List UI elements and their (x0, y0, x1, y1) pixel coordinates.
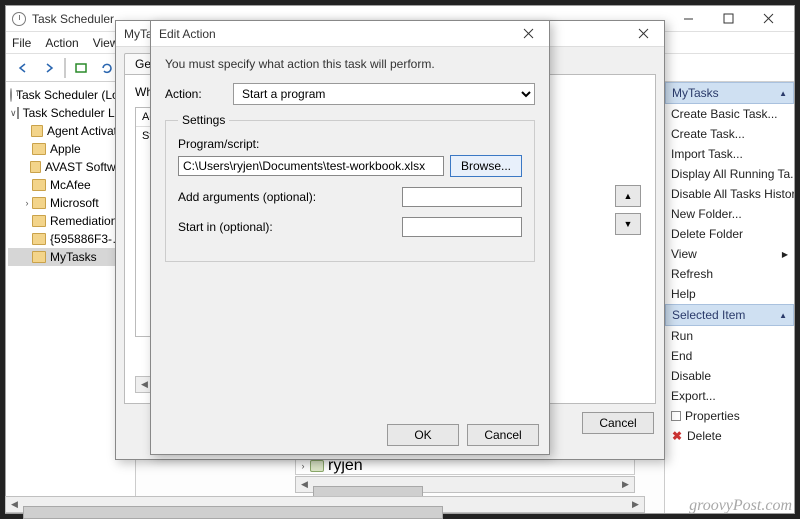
action-disable[interactable]: Disable (665, 366, 794, 386)
action-delete[interactable]: ✖Delete (665, 426, 794, 446)
nav-forward-button[interactable] (38, 57, 60, 79)
scroll-right-button[interactable]: ▶ (627, 497, 644, 512)
actions-header[interactable]: MyTasks▲ (665, 82, 794, 104)
settings-legend: Settings (178, 113, 229, 127)
ok-button[interactable]: OK (387, 424, 459, 446)
actions-header-2[interactable]: Selected Item▲ (665, 304, 794, 326)
scroll-left-button[interactable]: ◀ (6, 497, 23, 512)
properties-icon (671, 411, 681, 421)
scroll-left-button[interactable]: ◀ (296, 477, 313, 492)
actions-pane: MyTasks▲ Create Basic Task... Create Tas… (664, 82, 794, 513)
window-minimize-button[interactable] (668, 7, 708, 31)
nav-back-button[interactable] (12, 57, 34, 79)
action-create-task[interactable]: Create Task... (665, 124, 794, 144)
library-icon (17, 107, 19, 119)
cancel-button[interactable]: Cancel (467, 424, 539, 446)
scroll-right-button[interactable]: ▶ (617, 477, 634, 492)
folder-icon (32, 233, 46, 245)
args-input[interactable] (402, 187, 522, 207)
mid-scrollbar[interactable]: ◀ ▶ (295, 476, 635, 493)
toolbar-run-button[interactable] (70, 57, 92, 79)
reorder-buttons: ▲ ▼ (615, 185, 641, 235)
move-down-button[interactable]: ▼ (615, 213, 641, 235)
edit-action-title: Edit Action (159, 27, 515, 41)
action-create-basic[interactable]: Create Basic Task... (665, 104, 794, 124)
action-label: Action: (165, 87, 225, 101)
collapse-icon[interactable]: ▲ (779, 89, 787, 98)
action-new-folder[interactable]: New Folder... (665, 204, 794, 224)
menu-file[interactable]: File (12, 36, 31, 50)
task-scheduler-icon (12, 12, 26, 26)
browse-button[interactable]: Browse... (450, 155, 522, 177)
args-label: Add arguments (optional): (178, 190, 316, 204)
folder-icon (31, 125, 43, 137)
startin-input[interactable] (402, 217, 522, 237)
menu-action[interactable]: Action (45, 36, 78, 50)
action-select[interactable]: Start a program (233, 83, 535, 105)
window-close-button[interactable] (748, 7, 788, 31)
settings-fieldset: Settings Program/script: Browse... Add a… (165, 113, 535, 262)
action-help[interactable]: Help (665, 284, 794, 304)
folder-icon (30, 161, 41, 173)
action-end[interactable]: End (665, 346, 794, 366)
folder-icon (32, 179, 46, 191)
action-display-running[interactable]: Display All Running Ta... (665, 164, 794, 184)
action-disable-history[interactable]: Disable All Tasks History (665, 184, 794, 204)
app-scrollbar[interactable]: ◀ ▶ (5, 496, 645, 513)
properties-close-button[interactable] (630, 23, 656, 45)
program-label: Program/script: (178, 137, 522, 151)
folder-icon (32, 143, 46, 155)
user-icon (310, 460, 324, 472)
delete-icon: ✖ (671, 430, 683, 442)
action-export[interactable]: Export... (665, 386, 794, 406)
action-view[interactable]: View▶ (665, 244, 794, 264)
folder-icon (32, 251, 46, 263)
window-maximize-button[interactable] (708, 7, 748, 31)
edit-action-titlebar: Edit Action (151, 21, 549, 47)
folder-icon (32, 215, 46, 227)
action-run[interactable]: Run (665, 326, 794, 346)
program-input[interactable] (178, 156, 444, 176)
edit-action-hint: You must specify what action this task w… (165, 57, 535, 71)
folder-icon (32, 197, 46, 209)
properties-cancel-button[interactable]: Cancel (582, 412, 654, 434)
edit-action-close-button[interactable] (515, 23, 541, 45)
clock-icon (10, 88, 12, 102)
action-delete-folder[interactable]: Delete Folder (665, 224, 794, 244)
move-up-button[interactable]: ▲ (615, 185, 641, 207)
action-properties[interactable]: Properties (665, 406, 794, 426)
toolbar-separator (64, 58, 66, 78)
watermark: groovyPost.com (689, 497, 792, 515)
action-import-task[interactable]: Import Task... (665, 144, 794, 164)
action-refresh[interactable]: Refresh (665, 264, 794, 284)
startin-label: Start in (optional): (178, 220, 273, 234)
collapse-icon[interactable]: ▲ (779, 311, 787, 320)
edit-action-dialog: Edit Action You must specify what action… (150, 20, 550, 455)
